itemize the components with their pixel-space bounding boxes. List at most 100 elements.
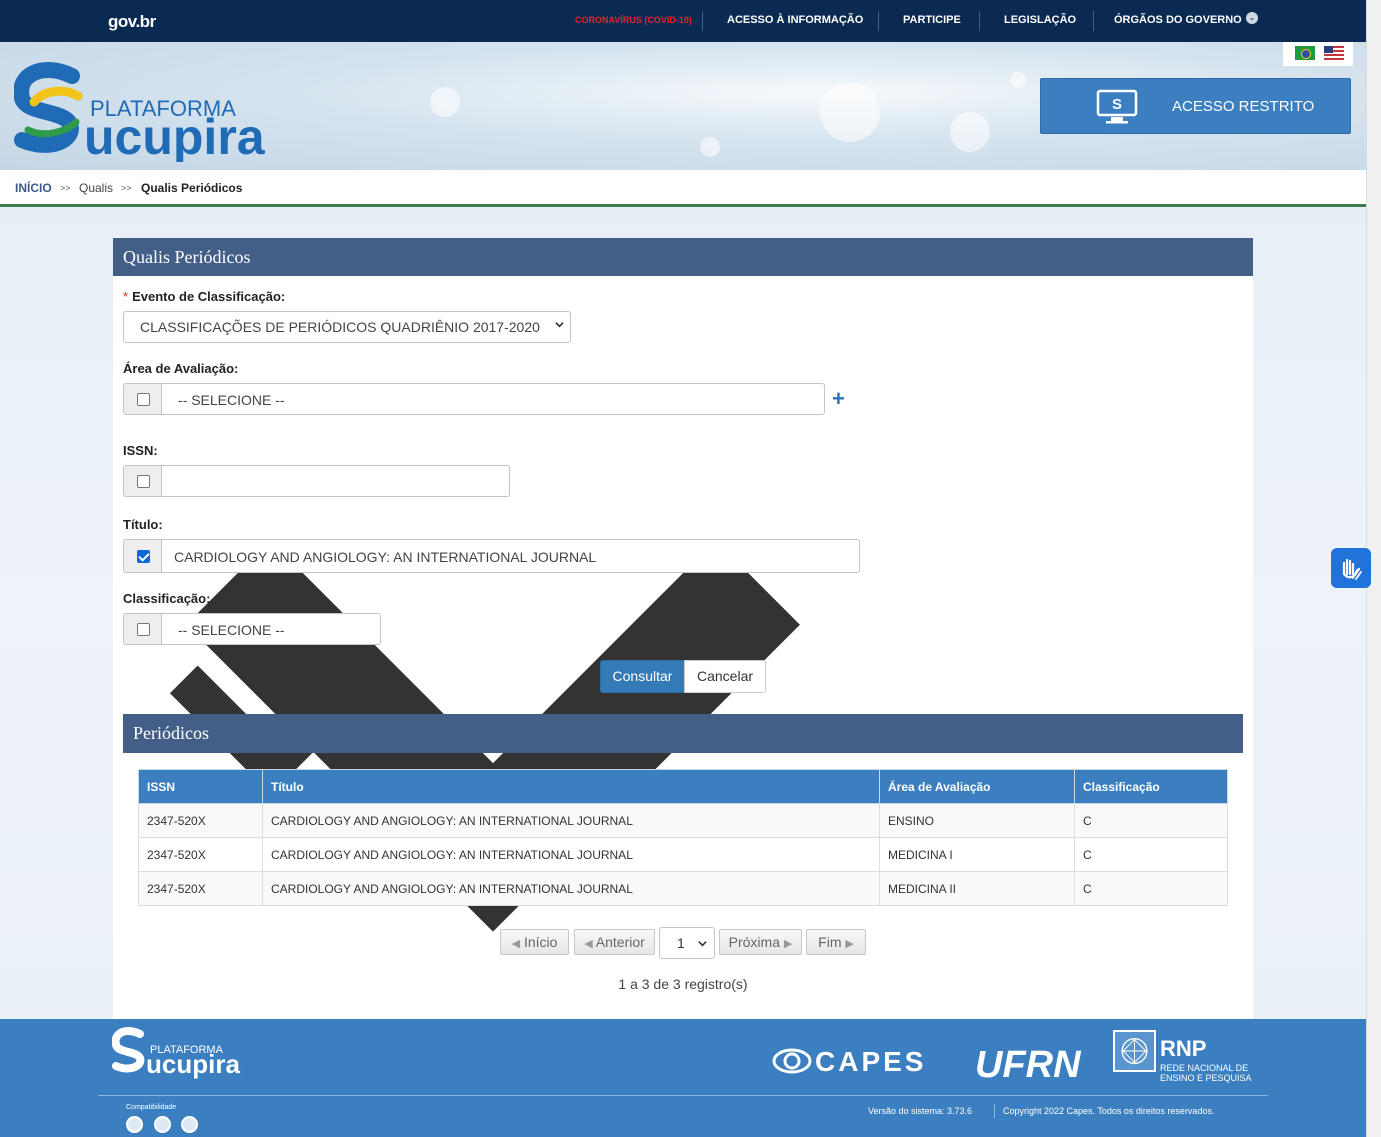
ufrn-logo[interactable]: UFRN <box>975 1041 1095 1081</box>
compatibility-label: Compatibilidade <box>126 1104 177 1111</box>
cell-issn: 2347-520X <box>138 871 263 906</box>
chrome-browser-icon <box>126 1116 143 1133</box>
column-header-classificacao[interactable]: Classificação <box>1074 769 1228 804</box>
form-panel-header: Qualis Periódicos <box>113 238 1253 276</box>
chevron-down-icon[interactable]: ⌄ <box>1246 12 1258 24</box>
titulo-input-value: CARDIOLOGY AND ANGIOLOGY: AN INTERNATION… <box>174 549 597 565</box>
issn-label: ISSN: <box>123 443 158 458</box>
titulo-input-group: CARDIOLOGY AND ANGIOLOGY: AN INTERNATION… <box>123 539 860 573</box>
next-page-icon: ▶ <box>783 938 793 950</box>
classificacao-checkbox[interactable] <box>137 623 150 636</box>
divider <box>1093 11 1094 31</box>
titulo-checkbox-addon <box>123 539 162 573</box>
column-header-area[interactable]: Área de Avaliação <box>879 769 1075 804</box>
evento-select-value: CLASSIFICAÇÕES DE PERIÓDICOS QUADRIÊNIO … <box>140 319 540 335</box>
cell-titulo: CARDIOLOGY AND ANGIOLOGY: AN INTERNATION… <box>262 871 880 906</box>
decorative-bubble <box>950 112 990 152</box>
acesso-restrito-label: ACESSO RESTRITO <box>1172 98 1315 115</box>
classificacao-label: Classificação: <box>123 591 211 606</box>
decorative-bubble <box>820 82 880 142</box>
results-panel-header: Periódicos <box>123 714 1243 753</box>
divider <box>979 11 980 31</box>
system-version: Versão do sistema: 3.73.6 <box>868 1106 973 1116</box>
cancelar-button[interactable]: Cancelar <box>684 660 766 693</box>
capes-logo[interactable]: CAPES <box>771 1041 933 1081</box>
breadcrumb-qualis[interactable]: Qualis <box>79 181 113 195</box>
site-footer: PLATAFORMA ucupira CAPES UFRN RNP REDE N… <box>0 1019 1366 1137</box>
logo-main-text: ucupira <box>84 109 266 162</box>
issn-input[interactable] <box>161 465 510 497</box>
divider <box>994 1104 995 1118</box>
column-header-issn[interactable]: ISSN <box>138 769 263 804</box>
breadcrumb-separator: >> <box>60 183 71 193</box>
decorative-bubble <box>430 87 460 117</box>
cell-titulo: CARDIOLOGY AND ANGIOLOGY: AN INTERNATION… <box>262 803 880 838</box>
cell-classificacao: C <box>1074 871 1228 906</box>
table-row[interactable]: 2347-520X CARDIOLOGY AND ANGIOLOGY: AN I… <box>138 837 1228 872</box>
classificacao-select-value: -- SELECIONE -- <box>178 622 285 638</box>
page-select[interactable]: 1 <box>659 927 715 959</box>
results-table: ISSN Título Área de Avaliação Classifica… <box>138 769 1228 906</box>
divider <box>702 11 703 31</box>
breadcrumb-current: Qualis Periódicos <box>141 181 243 195</box>
area-input-group: -- SELECIONE -- <box>123 383 825 932</box>
records-count: 1 a 3 de 3 registro(s) <box>618 976 748 992</box>
area-checkbox-addon <box>123 383 162 415</box>
pagination-proxima-button[interactable]: Próxima ▶ <box>719 929 802 955</box>
gov-link-covid[interactable]: CORONAVÍRUS (COVID-19) <box>575 15 692 25</box>
evento-label: * Evento de Classificação: <box>123 289 285 304</box>
site-header: PLATAFORMA ucupira S ACESSO RESTRITO <box>0 42 1366 170</box>
area-select-value: -- SELECIONE -- <box>178 392 285 408</box>
pagination-fim-button[interactable]: Fim ▶ <box>806 929 866 955</box>
evento-label-text: Evento de Classificação: <box>132 289 286 304</box>
rnp-text: RNP <box>1160 1036 1207 1061</box>
footer-sucupira-logo[interactable]: PLATAFORMA ucupira <box>112 1027 262 1079</box>
gov-link-legislacao[interactable]: LEGISLAÇÃO <box>1004 14 1076 26</box>
classificacao-checkbox-addon <box>123 613 162 645</box>
cell-area: ENSINO <box>879 803 1075 838</box>
cell-titulo: CARDIOLOGY AND ANGIOLOGY: AN INTERNATION… <box>262 837 880 872</box>
vlibras-accessibility-button[interactable] <box>1331 548 1371 588</box>
breadcrumb: INÍCIO >> Qualis >> Qualis Periódicos <box>0 170 1366 207</box>
table-row[interactable]: 2347-520X CARDIOLOGY AND ANGIOLOGY: AN I… <box>138 871 1228 906</box>
table-row[interactable]: 2347-520X CARDIOLOGY AND ANGIOLOGY: AN I… <box>138 803 1228 838</box>
firefox-browser-icon <box>154 1116 171 1133</box>
area-checkbox[interactable] <box>137 393 150 406</box>
rnp-subtitle-1: REDE NACIONAL DE <box>1160 1063 1249 1073</box>
rnp-subtitle-2: ENSINO E PESQUISA <box>1160 1073 1252 1083</box>
gov-br-logo[interactable]: gov.br <box>108 12 156 32</box>
capes-text: CAPES <box>815 1046 926 1077</box>
footer-divider <box>98 1095 1268 1096</box>
decorative-bubble <box>700 137 720 157</box>
titulo-checkbox[interactable] <box>137 550 150 563</box>
consultar-button[interactable]: Consultar <box>600 660 685 693</box>
cell-area: MEDICINA I <box>879 837 1075 872</box>
sucupira-logo[interactable]: PLATAFORMA ucupira <box>14 62 304 162</box>
issn-checkbox[interactable] <box>137 475 150 488</box>
evento-select[interactable]: CLASSIFICAÇÕES DE PERIÓDICOS QUADRIÊNIO … <box>123 311 571 343</box>
gov-link-orgaos[interactable]: ÓRGÃOS DO GOVERNO <box>1114 14 1242 26</box>
ufrn-text: UFRN <box>975 1044 1082 1081</box>
breadcrumb-home[interactable]: INÍCIO <box>15 181 52 195</box>
pagination-anterior-label: Anterior <box>595 934 645 950</box>
safari-browser-icon <box>181 1116 198 1133</box>
gov-link-acesso-informacao[interactable]: ACESSO À INFORMAÇÃO <box>727 14 863 26</box>
acesso-restrito-button[interactable]: S ACESSO RESTRITO <box>1040 78 1351 134</box>
area-select[interactable]: -- SELECIONE -- <box>161 383 825 932</box>
add-area-icon[interactable]: + <box>832 386 845 412</box>
gov-link-participe[interactable]: PARTICIPE <box>903 14 961 26</box>
titulo-input[interactable]: CARDIOLOGY AND ANGIOLOGY: AN INTERNATION… <box>161 539 860 573</box>
brazil-flag-icon[interactable] <box>1295 46 1315 60</box>
column-header-titulo[interactable]: Título <box>262 769 880 804</box>
cell-issn: 2347-520X <box>138 837 263 872</box>
decorative-bubble <box>1010 72 1026 88</box>
usa-flag-icon[interactable] <box>1324 46 1344 60</box>
breadcrumb-separator: >> <box>121 183 132 193</box>
classificacao-input-group: -- SELECIONE -- <box>123 613 381 795</box>
last-page-icon: ▶ <box>845 938 854 950</box>
pagination-anterior-button[interactable]: ◀ Anterior <box>574 929 655 955</box>
language-flags <box>1283 42 1353 66</box>
form-title: Qualis Periódicos <box>123 247 251 267</box>
classificacao-select[interactable]: -- SELECIONE -- <box>161 613 381 795</box>
pagination-inicio-button[interactable]: ◀ Início <box>500 929 569 955</box>
